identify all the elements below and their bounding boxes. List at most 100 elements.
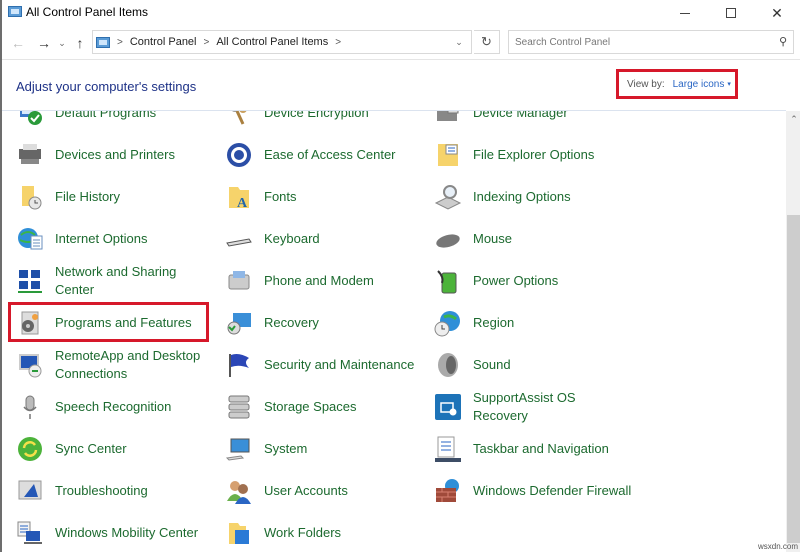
control-panel-item[interactable]: Taskbar and Navigation	[434, 429, 634, 469]
item-label[interactable]: Troubleshooting	[55, 482, 215, 500]
item-label[interactable]: Security and Maintenance	[264, 356, 424, 374]
item-label[interactable]: Work Folders	[264, 524, 424, 542]
recent-locations-button[interactable]: ⌄	[54, 32, 70, 54]
item-label[interactable]: Sound	[473, 356, 633, 374]
work-folders-icon	[225, 519, 253, 547]
refresh-button[interactable]: ↻	[474, 30, 500, 54]
item-label[interactable]: Storage Spaces	[264, 398, 424, 416]
item-label[interactable]: Device Encryption	[264, 111, 424, 122]
item-label[interactable]: Taskbar and Navigation	[473, 440, 633, 458]
view-by-selector[interactable]: View by: Large icons ▾	[616, 69, 738, 99]
recovery-icon	[225, 309, 253, 337]
control-panel-item[interactable]: Network and Sharing Center	[16, 261, 216, 301]
control-panel-item[interactable]: Internet Options	[16, 219, 216, 259]
item-label[interactable]: Device Manager	[473, 111, 633, 122]
breadcrumb-separator[interactable]: >	[335, 37, 341, 48]
control-panel-item[interactable]: Default Programs	[16, 111, 216, 133]
supportassist-icon	[434, 393, 462, 421]
item-label[interactable]: System	[264, 440, 424, 458]
control-panel-item[interactable]: Sound	[434, 345, 634, 385]
item-label[interactable]: Network and Sharing Center	[55, 263, 215, 299]
control-panel-item[interactable]: SupportAssist OS Recovery	[434, 387, 634, 427]
back-arrow-icon: ←	[11, 35, 25, 51]
item-label[interactable]: Windows Defender Firewall	[473, 482, 633, 500]
control-panel-item[interactable]: Mouse	[434, 219, 634, 259]
control-panel-item[interactable]: Device Manager	[434, 111, 634, 133]
item-label[interactable]: User Accounts	[264, 482, 424, 500]
forward-button[interactable]: →	[34, 32, 54, 54]
minimize-button[interactable]	[662, 0, 708, 26]
item-label[interactable]: File History	[55, 188, 215, 206]
control-panel-item[interactable]: Windows Defender Firewall	[434, 471, 634, 511]
control-panel-item[interactable]: Keyboard	[225, 219, 425, 259]
back-button[interactable]: ←	[8, 32, 28, 54]
breadcrumb-separator[interactable]: >	[204, 37, 210, 48]
scrollbar-thumb[interactable]	[787, 215, 800, 543]
maximize-button[interactable]	[708, 0, 754, 26]
control-panel-item[interactable]: Windows Mobility Center	[16, 513, 216, 552]
default-programs-icon	[16, 111, 44, 127]
control-panel-item[interactable]: Device Encryption	[225, 111, 425, 133]
address-dropdown-button[interactable]: ⌄	[447, 31, 471, 53]
item-label[interactable]: Speech Recognition	[55, 398, 215, 416]
vertical-scrollbar[interactable]: ⌃	[786, 111, 800, 552]
control-panel-item[interactable]: A Fonts	[225, 177, 425, 217]
item-label[interactable]: Internet Options	[55, 230, 215, 248]
control-panel-item[interactable]: Phone and Modem	[225, 261, 425, 301]
view-by-dropdown[interactable]: Large icons	[673, 79, 725, 90]
control-panel-item[interactable]: System	[225, 429, 425, 469]
item-label[interactable]: Devices and Printers	[55, 146, 215, 164]
item-label[interactable]: Sync Center	[55, 440, 215, 458]
breadcrumb-all-items[interactable]: All Control Panel Items	[216, 36, 328, 48]
control-panel-item[interactable]: Sync Center	[16, 429, 216, 469]
control-panel-item[interactable]: RemoteApp and Desktop Connections	[16, 345, 216, 385]
control-panel-item[interactable]: Ease of Access Center	[225, 135, 425, 175]
item-label[interactable]: Ease of Access Center	[264, 146, 424, 164]
control-panel-item[interactable]: Region	[434, 303, 634, 343]
dropdown-caret-icon[interactable]: ▾	[727, 80, 731, 88]
control-panel-item[interactable]: Indexing Options	[434, 177, 634, 217]
search-input[interactable]	[509, 31, 759, 53]
item-label[interactable]: Default Programs	[55, 111, 215, 122]
troubleshooting-icon	[16, 477, 44, 505]
control-panel-item[interactable]: Security and Maintenance	[225, 345, 425, 385]
item-label[interactable]: Keyboard	[264, 230, 424, 248]
item-label[interactable]: Power Options	[473, 272, 633, 290]
control-panel-item[interactable]: Work Folders	[225, 513, 425, 552]
item-label[interactable]: RemoteApp and Desktop Connections	[55, 347, 215, 383]
item-label[interactable]: Mouse	[473, 230, 633, 248]
refresh-icon: ↻	[481, 34, 492, 49]
title-bar[interactable]: All Control Panel Items ✕	[2, 0, 800, 26]
flag-icon	[225, 351, 253, 379]
item-label[interactable]: Windows Mobility Center	[55, 524, 215, 542]
control-panel-item[interactable]: Speech Recognition	[16, 387, 216, 427]
fonts-folder-icon: A	[225, 183, 253, 211]
item-label[interactable]: Phone and Modem	[264, 272, 424, 290]
up-button[interactable]: ↑	[70, 32, 90, 54]
control-panel-item[interactable]: File Explorer Options	[434, 135, 634, 175]
search-box[interactable]: ⚲	[508, 30, 794, 54]
control-panel-item[interactable]: Storage Spaces	[225, 387, 425, 427]
control-panel-item[interactable]: User Accounts	[225, 471, 425, 511]
item-label[interactable]: Indexing Options	[473, 188, 633, 206]
mobility-center-icon	[16, 519, 44, 547]
region-icon	[434, 309, 462, 337]
microphone-icon	[16, 393, 44, 421]
item-label[interactable]: Fonts	[264, 188, 424, 206]
control-panel-item[interactable]: File History	[16, 177, 216, 217]
scroll-up-button[interactable]: ⌃	[786, 111, 800, 127]
taskbar-icon	[434, 435, 462, 463]
close-button[interactable]: ✕	[754, 0, 800, 26]
control-panel-item[interactable]: Recovery	[225, 303, 425, 343]
control-panel-item[interactable]: Devices and Printers	[16, 135, 216, 175]
control-panel-item[interactable]: Power Options	[434, 261, 634, 301]
breadcrumb-control-panel[interactable]: Control Panel	[130, 36, 197, 48]
address-bar[interactable]: > Control Panel > All Control Panel Item…	[92, 30, 472, 54]
item-label[interactable]: File Explorer Options	[473, 146, 633, 164]
item-label[interactable]: Region	[473, 314, 633, 332]
search-icon[interactable]: ⚲	[779, 35, 787, 48]
item-label[interactable]: SupportAssist OS Recovery	[473, 389, 633, 425]
control-panel-item[interactable]: Troubleshooting	[16, 471, 216, 511]
item-label[interactable]: Recovery	[264, 314, 424, 332]
breadcrumb-separator[interactable]: >	[117, 37, 123, 48]
